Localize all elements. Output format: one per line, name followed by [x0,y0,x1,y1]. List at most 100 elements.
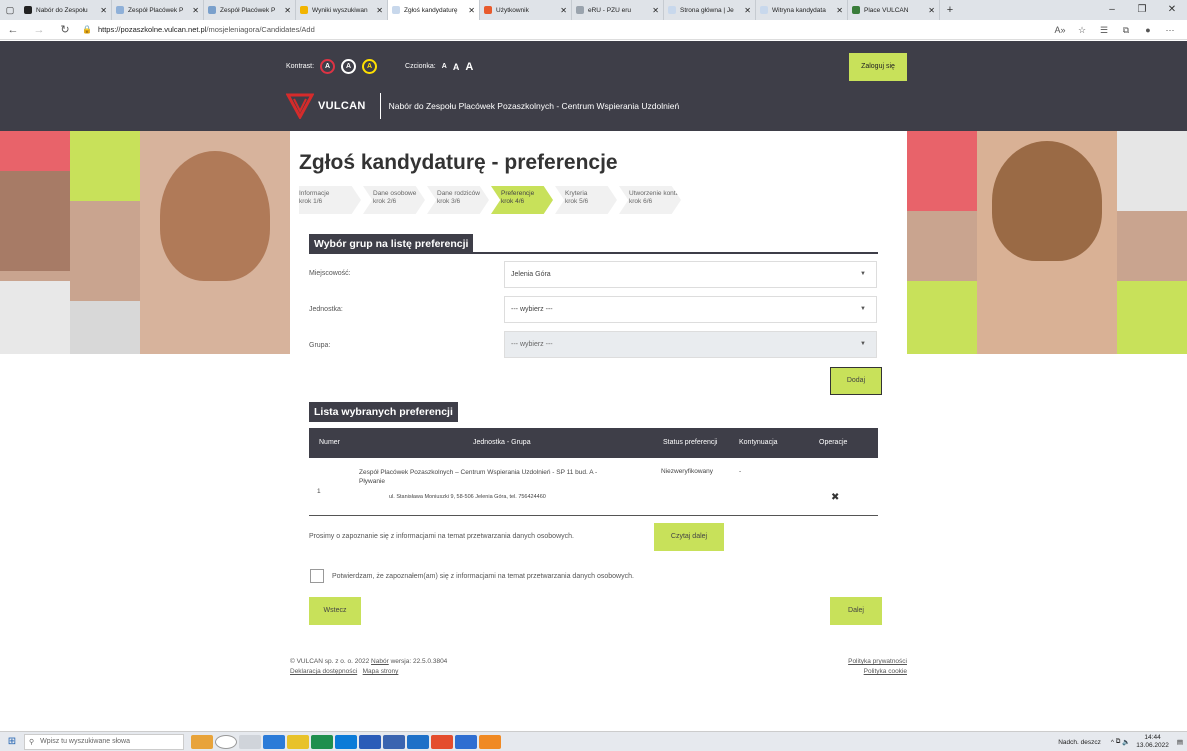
browser-tab-bar: ▢ Nabór do Zespołu ✕ Zespół Placówek P ✕ Zes… [0,0,1187,20]
volume-icon[interactable]: 🔈 [1122,738,1130,746]
browser-tab[interactable]: Strona główna | Je ✕ [664,0,756,20]
close-tab-icon[interactable]: ✕ [284,6,291,15]
step-number: krok 4/6 [501,198,525,205]
taskbar-search[interactable]: ⚲ Wpisz tu wyszukiwane słowa [24,733,184,750]
step-name: Informacje [299,190,330,197]
back-button[interactable]: Wstecz [309,597,361,625]
browser-tab[interactable]: Witryna kandydata ✕ [756,0,848,20]
tab-label: Zespół Placówek P [220,6,276,14]
chrome-icon[interactable] [431,734,453,749]
weather-text[interactable]: Nadch. deszcz [1058,739,1101,746]
folder-icon[interactable] [287,734,309,749]
forward-arrow-icon[interactable]: → [26,24,52,36]
contrast-yellow-button[interactable]: A [362,59,378,74]
new-tab-button[interactable]: + [940,4,960,16]
notifications-icon[interactable]: ▤ [1177,738,1183,746]
consent-checkbox[interactable] [310,569,324,583]
close-tab-icon[interactable]: ✕ [744,6,751,15]
browser-tab[interactable]: Nabór do Zespołu ✕ [20,0,112,20]
clock-time: 14:44 [1144,734,1161,741]
minimize-icon[interactable]: – [1097,0,1127,20]
browser-tab[interactable]: Wyniki wyszukiwan ✕ [296,0,388,20]
contrast-red-button[interactable]: A [320,59,336,74]
city-label: Miejscowość: [309,270,351,277]
read-aloud-icon[interactable]: A» [1049,25,1071,35]
close-tab-icon[interactable]: ✕ [560,6,567,15]
collections-icon[interactable]: ⧉ [1115,25,1137,36]
excel-icon[interactable] [311,734,333,749]
font-medium-button[interactable]: A [453,62,460,72]
close-window-icon[interactable]: ✕ [1157,0,1187,20]
profile-icon[interactable]: ● [1137,25,1159,35]
login-button[interactable]: Zaloguj się [849,53,907,81]
outlook-icon[interactable] [407,734,429,749]
city-select[interactable]: Jelenia Góra ▼ [504,261,877,288]
url-field[interactable]: 🔒 https://pozaszkolne.vulcan.net.pl/mosj… [82,25,315,34]
main-content: Zgłoś kandydaturę - preferencje Informac… [290,131,907,691]
tab-favicon-icon [24,6,32,14]
restore-icon[interactable]: ❐ [1127,0,1157,20]
add-button[interactable]: Dodaj [830,367,882,395]
tab-label: Użytkownik [496,6,529,14]
taskbar-apps [190,734,502,749]
cortana-icon[interactable] [215,734,237,749]
security-icon[interactable] [455,734,477,749]
unit-select[interactable]: --- wybierz --- ▼ [504,296,877,323]
sitemap-link[interactable]: Mapa strony [363,668,399,675]
browser-tab[interactable]: Zespół Placówek P ✕ [204,0,296,20]
tab-actions-icon[interactable]: ▢ [0,5,20,16]
tray-arrow-icon[interactable]: ^ [1111,739,1114,746]
privacy-link[interactable]: Polityka prywatności [848,657,907,667]
file-explorer-icon[interactable] [263,734,285,749]
footer-right: Polityka prywatności Polityka cookie [848,657,907,677]
clock[interactable]: 14:44 13.06.2022 [1136,734,1169,750]
group-select[interactable]: --- wybierz --- ▼ [504,331,877,358]
col-unit-group: Jednostka - Grupa [473,439,531,446]
accessibility-link[interactable]: Deklaracja dostępności [290,668,357,675]
product-link[interactable]: Nabór [371,658,389,665]
close-tab-icon[interactable]: ✕ [192,6,199,15]
close-tab-icon[interactable]: ✕ [468,6,475,15]
chevron-down-icon: ▼ [860,271,866,277]
browser-tab[interactable]: Zespół Placówek P ✕ [112,0,204,20]
cookies-link[interactable]: Polityka cookie [848,667,907,677]
step-name: Utworzenie konta [629,190,680,197]
more-icon[interactable]: ⋯ [1159,25,1181,36]
browser-tab[interactable]: Użytkownik ✕ [480,0,572,20]
browser-tab[interactable]: eRU - PZU eru ✕ [572,0,664,20]
step-name: Preferencje [501,190,535,197]
font-large-button[interactable]: A [465,61,473,73]
vulcan-logo-icon[interactable] [286,93,314,119]
news-widget-icon[interactable] [191,734,213,749]
font-small-button[interactable]: A [442,63,447,70]
app-icon[interactable] [383,734,405,749]
group-label: Grupa: [309,342,331,349]
back-arrow-icon[interactable]: ← [0,24,26,36]
browser-tab[interactable]: Place VULCAN ✕ [848,0,940,20]
favorite-icon[interactable]: ☆ [1071,25,1093,36]
close-tab-icon[interactable]: ✕ [376,6,383,15]
task-view-icon[interactable] [239,734,261,749]
close-tab-icon[interactable]: ✕ [652,6,659,15]
contrast-white-button[interactable]: A [341,59,357,74]
tab-favicon-icon [392,6,400,14]
edge-icon[interactable] [335,734,357,749]
firefox-icon[interactable] [479,734,501,749]
close-tab-icon[interactable]: ✕ [928,6,935,15]
site-title: Nabór do Zespołu Placówek Pozaszkolnych … [388,101,680,111]
browser-tab[interactable]: Zgłoś kandydaturę ✕ [388,0,480,20]
col-number: Numer [319,439,341,446]
refresh-icon[interactable]: ↻ [52,23,78,36]
preferences-table: Numer Jednostka - Grupa Status preferenc… [309,428,878,516]
read-more-button[interactable]: Czytaj dalej [654,523,724,551]
lock-icon: 🔒 [82,25,92,34]
favorites-list-icon[interactable]: ☰ [1093,25,1115,36]
delete-icon[interactable]: ✖ [831,492,839,503]
windows-start-icon[interactable]: ⊞ [0,736,24,747]
step-3: Dane rodziców krok 3/6 [427,186,489,214]
next-button[interactable]: Dalej [830,597,882,625]
network-icon[interactable]: ⧉ [1116,738,1121,746]
close-tab-icon[interactable]: ✕ [836,6,843,15]
word-icon[interactable] [359,734,381,749]
close-tab-icon[interactable]: ✕ [100,6,107,15]
